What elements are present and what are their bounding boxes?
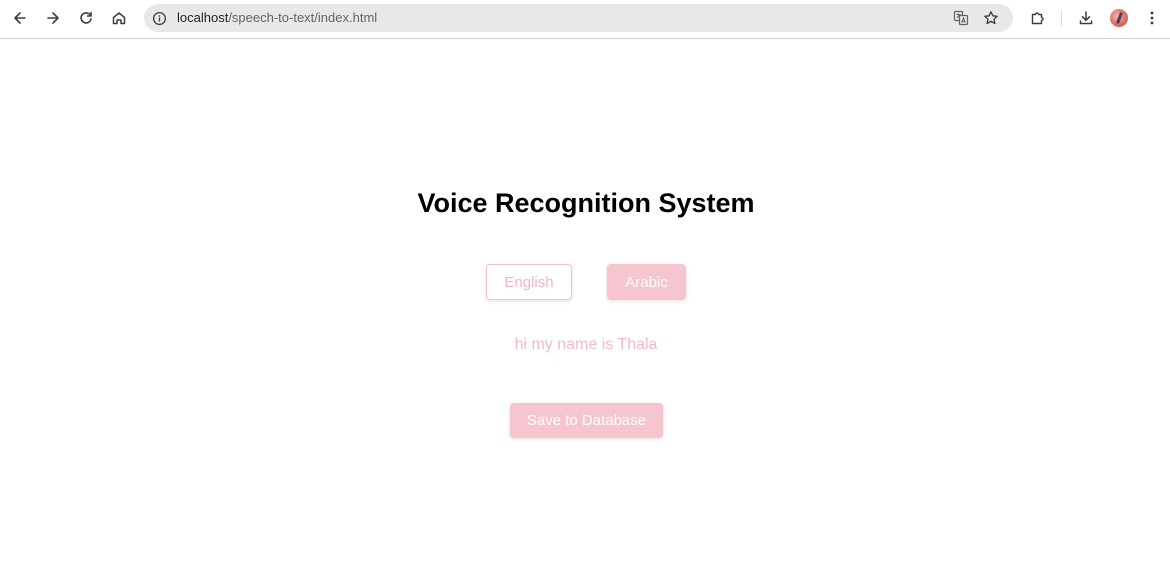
puzzle-icon	[1031, 12, 1044, 25]
forward-button[interactable]	[40, 5, 66, 31]
url-host: localhost	[177, 10, 229, 25]
bookmark-button[interactable]	[983, 10, 999, 26]
forward-arrow-icon	[47, 12, 59, 24]
extensions-button[interactable]	[1028, 8, 1048, 28]
back-button[interactable]	[7, 5, 33, 31]
save-to-database-button[interactable]: Save to Database	[510, 403, 663, 438]
toolbar-divider	[1061, 10, 1062, 26]
translate-button[interactable]	[953, 10, 969, 26]
profile-avatar[interactable]	[1110, 9, 1128, 27]
info-icon	[152, 11, 166, 25]
page-content: Voice Recognition System English Arabic …	[0, 40, 1170, 574]
url-text[interactable]: localhost/speech-to-text/index.html	[177, 11, 377, 25]
browser-toolbar: localhost/speech-to-text/index.html	[0, 0, 1170, 39]
arabic-language-button[interactable]: Arabic	[607, 264, 686, 300]
url-path: /speech-to-text/index.html	[228, 10, 378, 25]
translate-icon	[953, 10, 969, 26]
star-icon	[984, 11, 998, 25]
address-bar[interactable]: localhost/speech-to-text/index.html	[144, 4, 1013, 32]
page-title: Voice Recognition System	[417, 188, 755, 218]
kebab-menu-icon	[1150, 11, 1154, 25]
english-language-button[interactable]: English	[486, 264, 572, 300]
browser-menu-button[interactable]	[1142, 8, 1162, 28]
transcript-text: hi my name is Thala	[514, 336, 658, 353]
reload-icon	[80, 11, 92, 24]
reload-button[interactable]	[73, 5, 99, 31]
home-icon	[112, 12, 126, 25]
downloads-button[interactable]	[1076, 8, 1096, 28]
site-info-button[interactable]	[151, 10, 167, 26]
back-arrow-icon	[14, 12, 26, 24]
home-button[interactable]	[106, 5, 132, 31]
download-icon	[1079, 11, 1093, 25]
